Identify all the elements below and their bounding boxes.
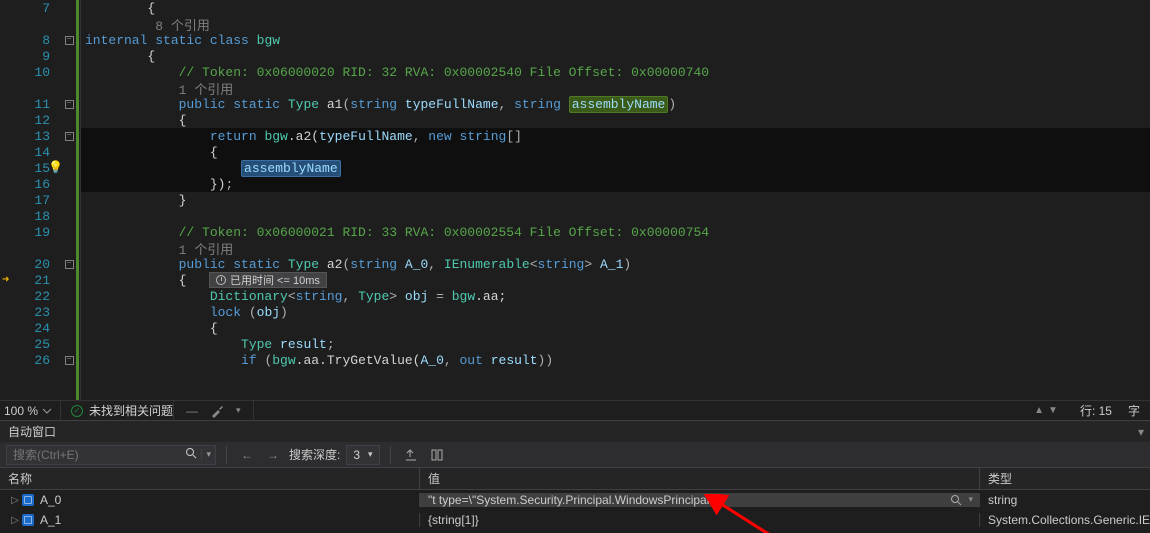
header-type[interactable]: 类型 (980, 468, 1150, 489)
expander-icon[interactable]: ▷ (8, 495, 22, 506)
check-icon: ✓ (71, 405, 83, 417)
expander-icon[interactable]: ▷ (8, 515, 22, 526)
value-input[interactable] (428, 493, 950, 507)
autos-grid-body[interactable]: ▷ A_0 ▾ string ▷ A_1 {string[1]} System.Collect… (0, 490, 1150, 533)
ruler-icon[interactable]: — (186, 404, 198, 418)
nav-back-button[interactable]: ← (237, 445, 257, 465)
search-box[interactable]: ▾ (6, 445, 216, 465)
depth-dropdown[interactable]: 3 ▾ (346, 445, 379, 465)
code-line[interactable]: { (81, 144, 1150, 160)
code-line[interactable]: if (bgw.aa.TryGetValue(A_0, out result)) (81, 352, 1150, 368)
clock-icon (216, 275, 226, 285)
zoom-dropdown[interactable]: 100 % (0, 404, 60, 418)
search-icon[interactable] (181, 447, 201, 462)
code-line[interactable]: lock (obj) (81, 304, 1150, 320)
chevron-down-icon[interactable]: ▾ (968, 494, 973, 506)
code-line[interactable] (81, 208, 1150, 224)
code-line[interactable]: { (81, 48, 1150, 64)
fold-toggle[interactable]: − (65, 260, 74, 269)
search-input[interactable] (7, 448, 181, 462)
fold-toggle[interactable]: − (65, 100, 74, 109)
editor-status-bar: 100 % ✓ 未找到相关问题 — ▾ ▲ ▼ 行: 15 字 (0, 400, 1150, 420)
fold-toggle[interactable]: − (65, 36, 74, 45)
fold-toggle[interactable]: − (65, 132, 74, 141)
code-editor[interactable]: 💡➜ 78−91011−1213−14151617181920−21222324… (0, 0, 1150, 400)
code-line[interactable]: } (81, 192, 1150, 208)
view-icon[interactable] (950, 494, 962, 506)
autos-row[interactable]: ▷ A_1 {string[1]} System.Collections.Generi… (0, 510, 1150, 530)
depth-label: 搜索深度: (289, 446, 340, 463)
code-line[interactable]: }); (81, 176, 1150, 192)
depth-value: 3 (353, 448, 360, 462)
issues-indicator[interactable]: ✓ 未找到相关问题 (61, 402, 173, 419)
variable-type: System.Collections.Generic.IEnu (988, 513, 1150, 527)
code-line[interactable]: { (81, 0, 1150, 16)
header-value[interactable]: 值 (420, 468, 980, 489)
code-line[interactable]: { (81, 320, 1150, 336)
variable-type: string (988, 493, 1017, 507)
code-line[interactable]: public static Type a2(string A_0, IEnume… (81, 256, 1150, 272)
code-line[interactable]: 1 个引用 (81, 80, 1150, 96)
issues-text: 未找到相关问题 (89, 402, 173, 419)
line-indicator: 行: 15 (1080, 402, 1112, 419)
variable-value: {string[1]} (428, 513, 479, 527)
code-line[interactable]: internal static class bgw (81, 32, 1150, 48)
code-line[interactable]: public static Type a1(string typeFullNam… (81, 96, 1150, 112)
filter-button[interactable] (401, 445, 421, 465)
fold-toggle[interactable]: − (65, 356, 74, 365)
lightbulb-icon[interactable]: 💡 (48, 160, 63, 175)
code-line[interactable]: return bgw.a2(typeFullName, new string[] (81, 128, 1150, 144)
header-name[interactable]: 名称 (0, 468, 420, 489)
code-line[interactable]: { (81, 112, 1150, 128)
autos-grid-header: 名称 值 类型 (0, 468, 1150, 490)
nav-down-icon[interactable]: ▼ (1048, 405, 1058, 416)
col-indicator: 字 (1128, 402, 1140, 419)
zoom-value: 100 % (4, 404, 38, 418)
current-statement-arrow-icon: ➜ (2, 272, 9, 287)
columns-button[interactable] (427, 445, 447, 465)
perf-tip[interactable]: 已用时间 <= 10ms (209, 272, 327, 288)
autos-row[interactable]: ▷ A_0 ▾ string (0, 490, 1150, 510)
autos-panel-title: 自动窗口 ▾ (0, 420, 1150, 442)
autos-toolbar: ▾ ← → 搜索深度: 3 ▾ (0, 442, 1150, 468)
code-line[interactable]: Type result; (81, 336, 1150, 352)
code-line[interactable]: // Token: 0x06000020 RID: 32 RVA: 0x0000… (81, 64, 1150, 80)
code-line[interactable]: assemblyName (81, 160, 1150, 176)
panel-menu-icon[interactable]: ▾ (1138, 425, 1150, 439)
code-line[interactable]: 8 个引用 (81, 16, 1150, 32)
variable-name: A_0 (40, 493, 61, 507)
search-options-chevron-icon[interactable]: ▾ (201, 449, 215, 460)
variable-icon (22, 494, 34, 506)
change-indicator (76, 0, 79, 400)
variable-name: A_1 (40, 513, 61, 527)
variable-icon (22, 514, 34, 526)
code-line[interactable]: // Token: 0x06000021 RID: 33 RVA: 0x0000… (81, 224, 1150, 240)
nav-forward-button[interactable]: → (263, 445, 283, 465)
code-line[interactable]: Dictionary<string, Type> obj = bgw.aa; (81, 288, 1150, 304)
root: 💡➜ 78−91011−1213−14151617181920−21222324… (0, 0, 1150, 533)
brush-icon[interactable] (210, 404, 224, 418)
nav-up-icon[interactable]: ▲ (1034, 405, 1044, 416)
autos-title-text: 自动窗口 (8, 423, 56, 440)
code-line[interactable]: 1 个引用 (81, 240, 1150, 256)
